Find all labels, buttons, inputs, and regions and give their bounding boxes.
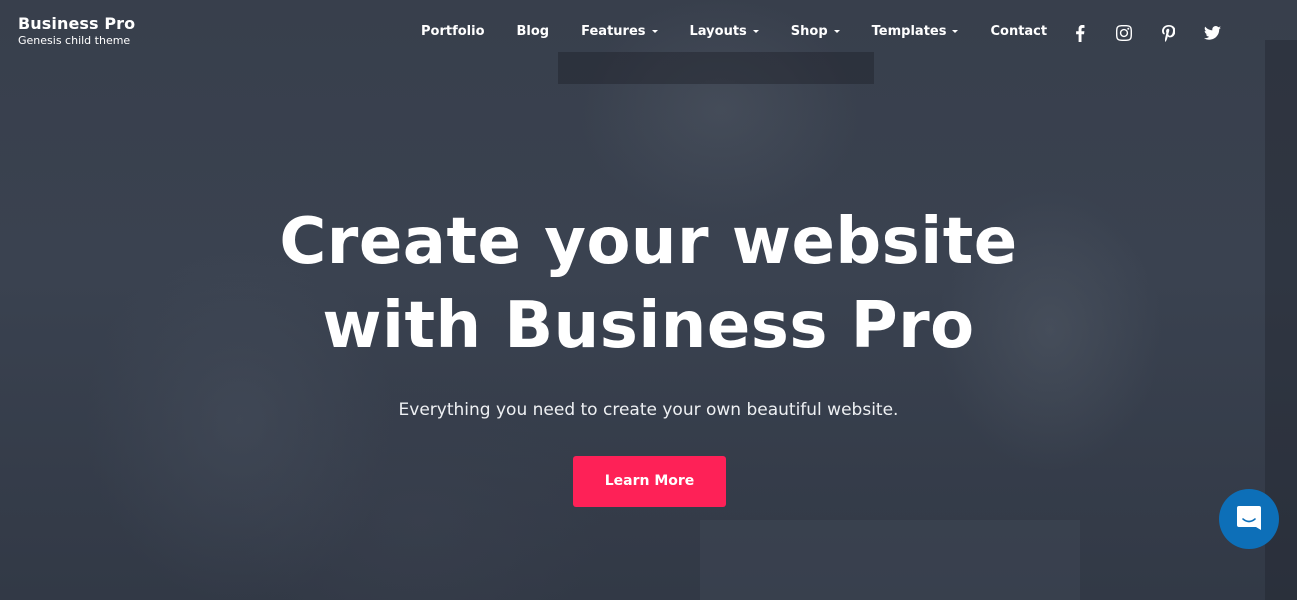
nav-label: Contact xyxy=(990,24,1048,39)
nav-item-contact[interactable]: Contact xyxy=(990,24,1047,39)
caret-down-icon xyxy=(651,30,658,33)
main-navigation: Portfolio Blog Features Layouts Shop Tem… xyxy=(421,24,1079,39)
nav-item-features[interactable]: Features xyxy=(581,24,658,39)
facebook-icon[interactable] xyxy=(1070,23,1090,43)
instagram-icon[interactable] xyxy=(1114,23,1134,43)
nav-label: Blog xyxy=(516,24,550,39)
hero-title: Create your website with Business Pro xyxy=(279,205,1018,363)
chat-launcher-button[interactable] xyxy=(1219,489,1279,549)
site-title: Business Pro xyxy=(18,14,136,33)
twitter-icon[interactable] xyxy=(1202,23,1222,43)
nav-item-portfolio[interactable]: Portfolio xyxy=(421,24,485,39)
pinterest-icon[interactable] xyxy=(1158,23,1178,43)
caret-down-icon xyxy=(952,30,959,33)
nav-label: Features xyxy=(581,24,646,39)
nav-item-layouts[interactable]: Layouts xyxy=(690,24,759,39)
social-links xyxy=(1070,23,1246,43)
nav-item-blog[interactable]: Blog xyxy=(517,24,550,39)
nav-label: Shop xyxy=(790,24,828,39)
nav-item-templates[interactable]: Templates xyxy=(872,24,959,39)
chat-bubble-icon xyxy=(1235,504,1263,535)
caret-down-icon xyxy=(833,30,840,33)
site-tagline: Genesis child theme xyxy=(18,34,131,47)
site-header: Business Pro Genesis child theme Portfol… xyxy=(0,0,1297,68)
background-shape xyxy=(700,520,1080,600)
nav-label: Layouts xyxy=(689,24,747,39)
nav-item-shop[interactable]: Shop xyxy=(791,24,840,39)
hero-subtitle: Everything you need to create your own b… xyxy=(398,400,899,420)
nav-label: Portfolio xyxy=(421,24,485,39)
hero-section: Create your website with Business Pro Ev… xyxy=(0,200,1297,507)
caret-down-icon xyxy=(752,30,759,33)
learn-more-button[interactable]: Learn More xyxy=(573,456,726,507)
nav-label: Templates xyxy=(871,24,947,39)
site-logo[interactable]: Business Pro Genesis child theme xyxy=(18,14,135,47)
